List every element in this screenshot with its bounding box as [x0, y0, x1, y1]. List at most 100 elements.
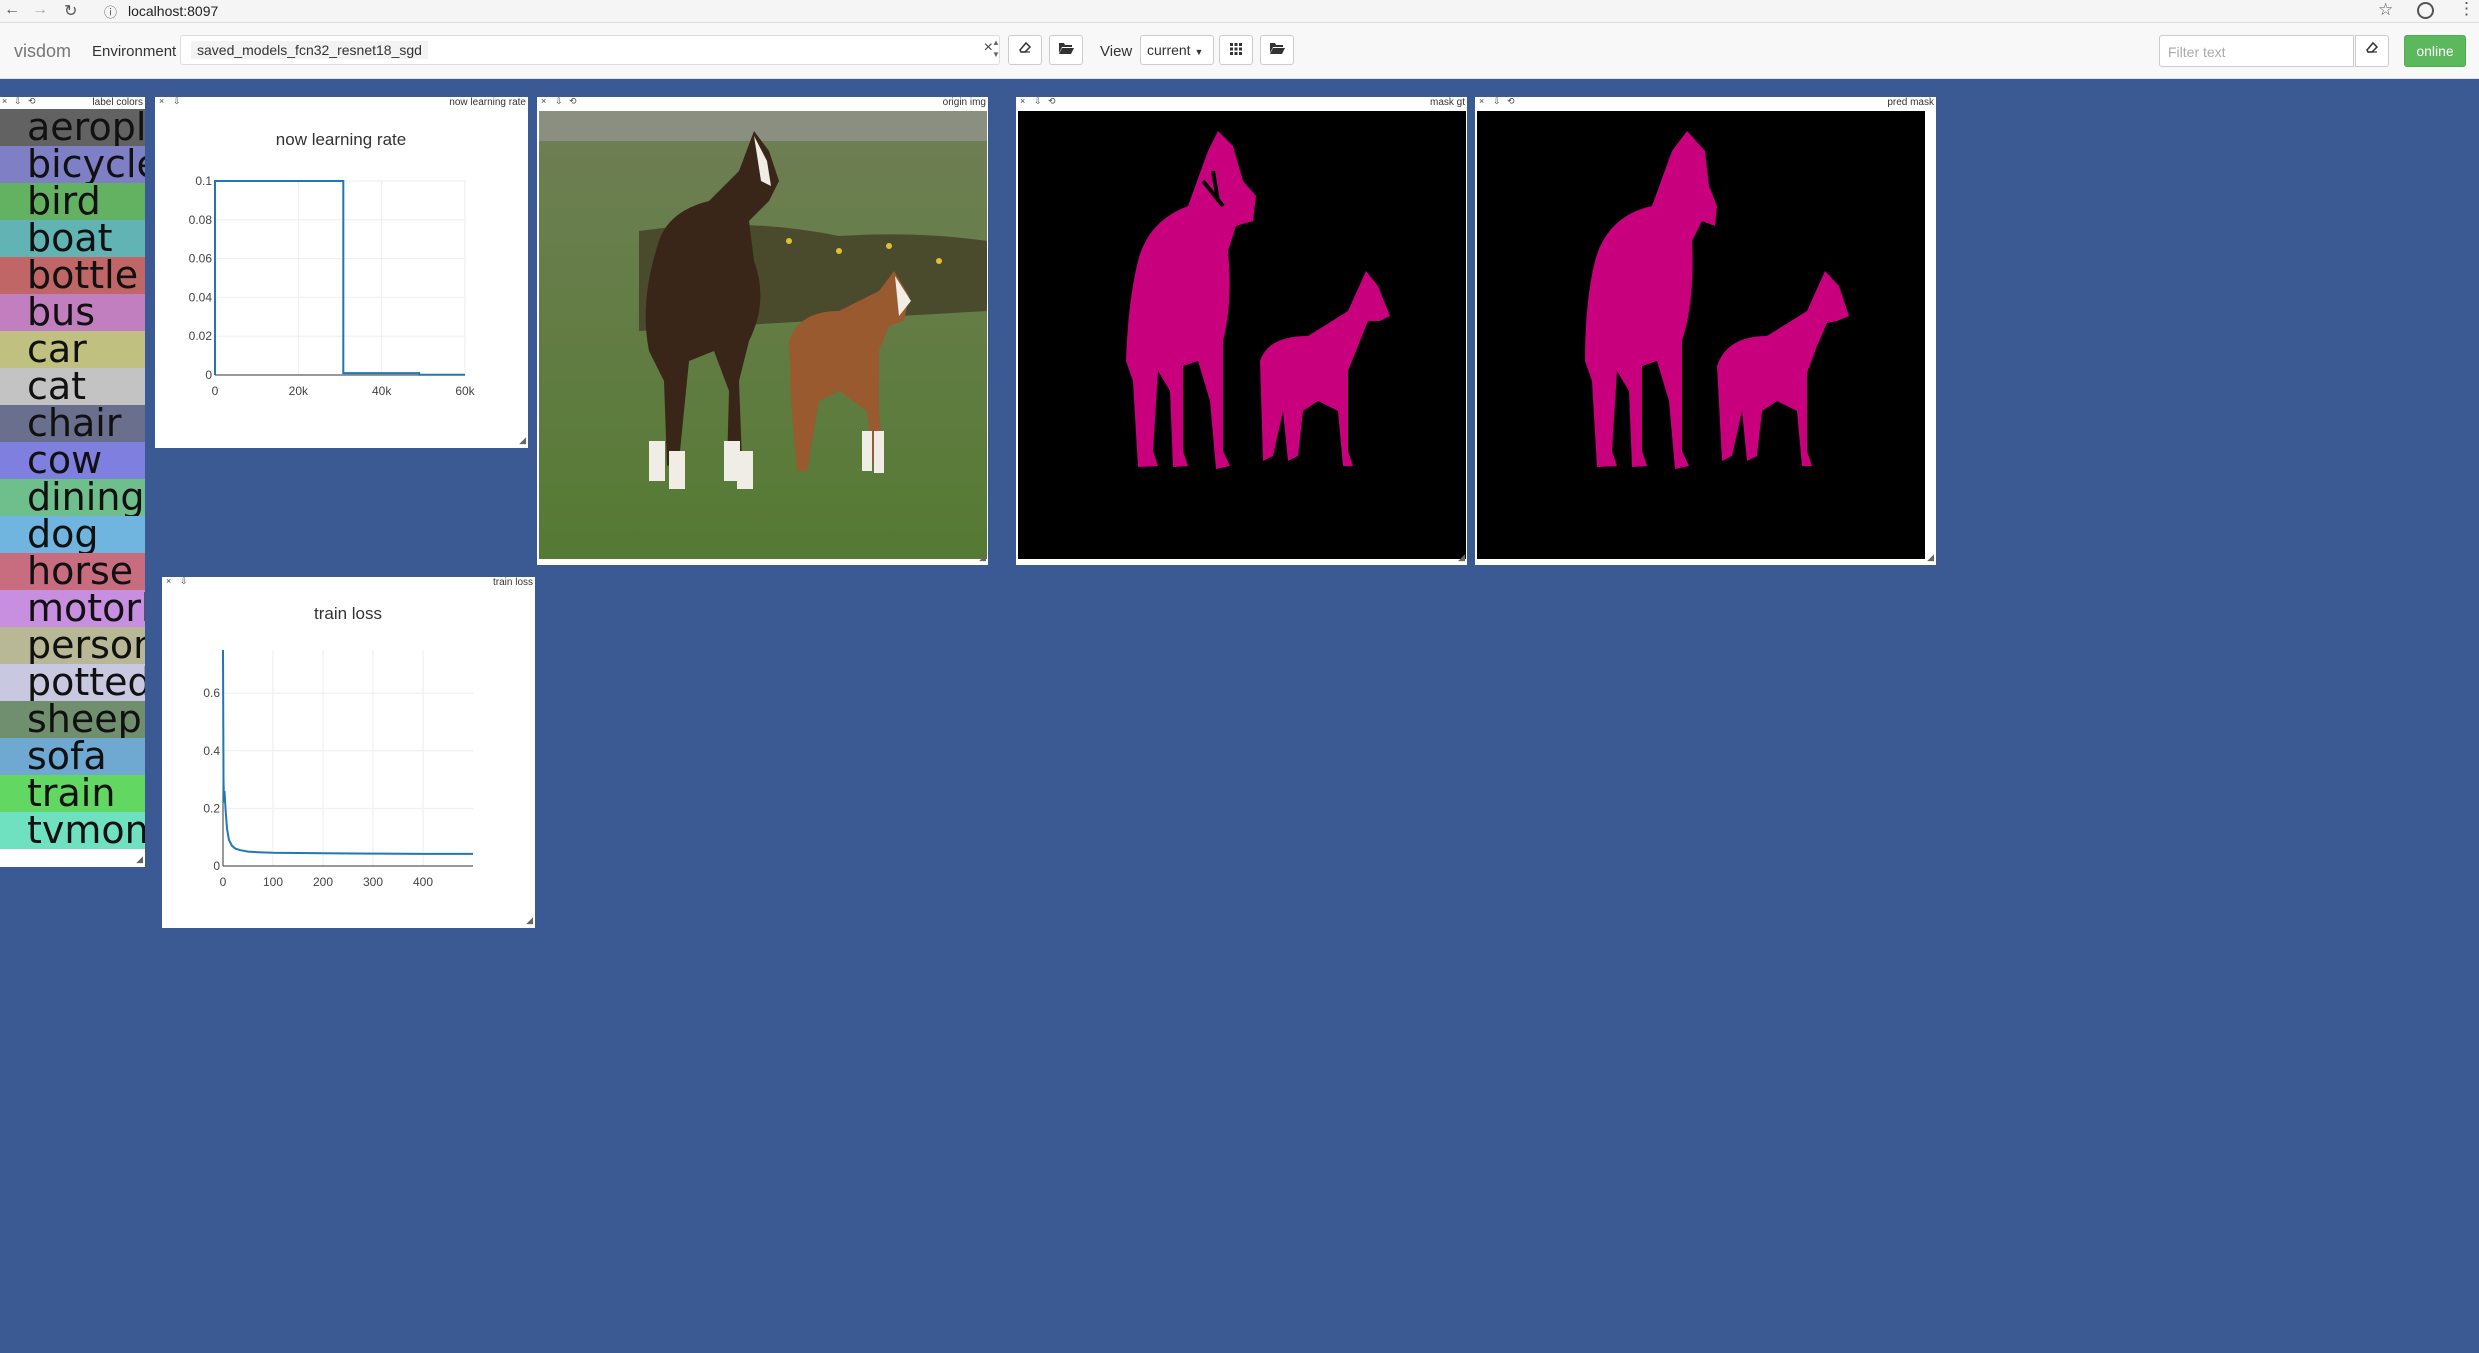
origin-img-pane: × ⇩ ⟲ origin img ◢	[537, 96, 988, 565]
view-dropdown[interactable]: current ▼	[1140, 35, 1214, 65]
label-color-item: sofa	[0, 738, 145, 775]
label-color-item: car	[0, 331, 145, 368]
x-tick-label: 60k	[455, 384, 475, 398]
save-icon[interactable]: ⇩	[14, 96, 22, 107]
pred-mask-image	[1477, 111, 1925, 559]
label-color-item: cat	[0, 368, 145, 405]
label-color-item: aeroplane	[0, 109, 145, 146]
clear-env-eraser-button[interactable]	[1008, 35, 1042, 65]
x-tick-label: 40k	[372, 384, 392, 398]
label-color-item: motorbike	[0, 590, 145, 627]
close-icon[interactable]: ×	[159, 96, 164, 106]
pane-header: × ⇩ ⟲ label colors	[0, 96, 145, 108]
y-tick-label: 0.4	[203, 744, 220, 758]
resize-handle-icon[interactable]: ◢	[526, 915, 533, 926]
train-loss-pane: × ⇩ train loss train loss 0 100 200 300 400 0…	[162, 576, 535, 928]
back-icon[interactable]: ←	[4, 1, 20, 19]
resize-handle-icon[interactable]: ◢	[136, 854, 143, 865]
manage-env-button[interactable]	[1049, 35, 1083, 65]
reset-icon[interactable]: ⟲	[569, 96, 577, 107]
site-info-icon[interactable]: ⓘ	[104, 2, 117, 21]
browser-menu-icon[interactable]: ⋮	[2458, 0, 2475, 19]
label-color-item: cow	[0, 442, 145, 479]
address-bar[interactable]: localhost:8097	[128, 3, 218, 19]
account-icon[interactable]	[2417, 2, 2434, 19]
x-tick-label: 0	[220, 875, 227, 889]
y-tick-label: 0.08	[189, 213, 213, 227]
online-status-button[interactable]: online	[2404, 35, 2466, 67]
clear-filter-button[interactable]	[2355, 35, 2389, 67]
label-color-item: chair	[0, 405, 145, 442]
pane-header: × ⇩ train loss	[162, 576, 535, 588]
label-color-item: bottle	[0, 257, 145, 294]
caret-down-icon: ▼	[1194, 47, 1204, 57]
series-line	[222, 649, 473, 855]
label-colors-pane: × ⇩ ⟲ label colors aeroplanebicyclebirdb…	[0, 96, 145, 867]
eraser-icon	[1019, 41, 1032, 53]
save-icon[interactable]: ⇩	[555, 96, 563, 107]
pane-header: × ⇩ now learning rate	[155, 96, 528, 108]
x-tick-label: 200	[313, 875, 333, 889]
label-color-item: dog	[0, 516, 145, 553]
y-tick-label: 0.06	[189, 252, 213, 266]
grid-icon	[1230, 43, 1242, 55]
save-icon[interactable]: ⇩	[180, 576, 188, 587]
x-tick-label: 300	[363, 875, 383, 889]
learning-rate-pane: × ⇩ now learning rate now learning rate …	[155, 96, 528, 448]
filter-box	[2159, 35, 2354, 67]
close-icon[interactable]: ×	[2, 96, 7, 106]
save-icon[interactable]: ⇩	[173, 96, 181, 107]
label-color-item: bird	[0, 183, 145, 220]
manage-views-button[interactable]	[1260, 35, 1294, 65]
view-value: current	[1147, 42, 1191, 58]
series-line	[214, 180, 465, 376]
learning-rate-chart[interactable]: now learning rate 0 20k 40k 60k 0 0.02 0.04 0.0…	[155, 108, 528, 448]
y-tick-label: 0	[213, 859, 220, 873]
resize-handle-icon[interactable]: ◢	[1927, 552, 1934, 563]
brand-logo[interactable]: visdom	[14, 41, 71, 62]
mask-gt-pane: × ⇩ ⟲ mask gt ◢	[1016, 96, 1467, 565]
pane-title: train loss	[492, 577, 533, 588]
environment-label: Environment	[92, 43, 177, 60]
pane-header: × ⇩ ⟲ origin img	[537, 96, 988, 108]
reset-icon[interactable]: ⟲	[1048, 96, 1056, 107]
resize-handle-icon[interactable]: ◢	[1458, 552, 1465, 563]
reset-icon[interactable]: ⟲	[28, 96, 36, 107]
train-loss-chart[interactable]: train loss 0 100 200 300 400 0 0.2 0.4 0.6	[162, 588, 535, 928]
label-color-item: diningtable	[0, 479, 145, 516]
y-tick-label: 0.04	[189, 290, 213, 304]
save-icon[interactable]: ⇩	[1034, 96, 1042, 107]
close-icon[interactable]: ×	[1020, 96, 1025, 106]
forward-icon[interactable]: →	[32, 1, 48, 19]
y-tick-label: 0.1	[195, 174, 212, 188]
y-tick-label: 0.2	[203, 801, 220, 815]
chart-title: train loss	[314, 604, 382, 623]
x-tick-label: 0	[212, 384, 219, 398]
close-icon[interactable]: ×	[166, 576, 171, 586]
pane-title: pred mask	[1887, 97, 1934, 108]
save-icon[interactable]: ⇩	[1493, 96, 1501, 107]
label-color-item: pottedplant	[0, 664, 145, 701]
bookmark-star-icon[interactable]: ☆	[2378, 0, 2393, 20]
resize-handle-icon[interactable]: ◢	[519, 435, 526, 446]
environment-tag[interactable]: saved_models_fcn32_resnet18_sgd	[191, 41, 428, 59]
browser-bar: ← → ↻ ⓘ localhost:8097 ☆ ⋮	[0, 0, 2479, 23]
repack-grid-button[interactable]	[1219, 35, 1253, 65]
reload-icon[interactable]: ↻	[64, 1, 77, 21]
reset-icon[interactable]: ⟲	[1507, 96, 1515, 107]
pane-title: label colors	[92, 97, 143, 108]
folder-open-icon	[1270, 43, 1285, 54]
eraser-icon	[2366, 41, 2379, 53]
resize-handle-icon[interactable]: ◢	[979, 552, 986, 563]
x-tick-label: 400	[413, 875, 433, 889]
filter-text-input[interactable]	[2166, 37, 2350, 67]
pred-mask-pane: × ⇩ ⟲ pred mask ◢	[1475, 96, 1936, 565]
x-tick-label: 100	[263, 875, 283, 889]
pane-title: now learning rate	[449, 97, 526, 108]
environment-arrows-icon[interactable]: ▲ ▼	[992, 37, 1000, 61]
origin-image	[539, 111, 987, 559]
close-icon[interactable]: ×	[1479, 96, 1484, 106]
pane-header: × ⇩ ⟲ mask gt	[1016, 96, 1467, 108]
environment-select[interactable]: saved_models_fcn32_resnet18_sgd ×	[180, 35, 1000, 65]
close-icon[interactable]: ×	[541, 96, 546, 106]
